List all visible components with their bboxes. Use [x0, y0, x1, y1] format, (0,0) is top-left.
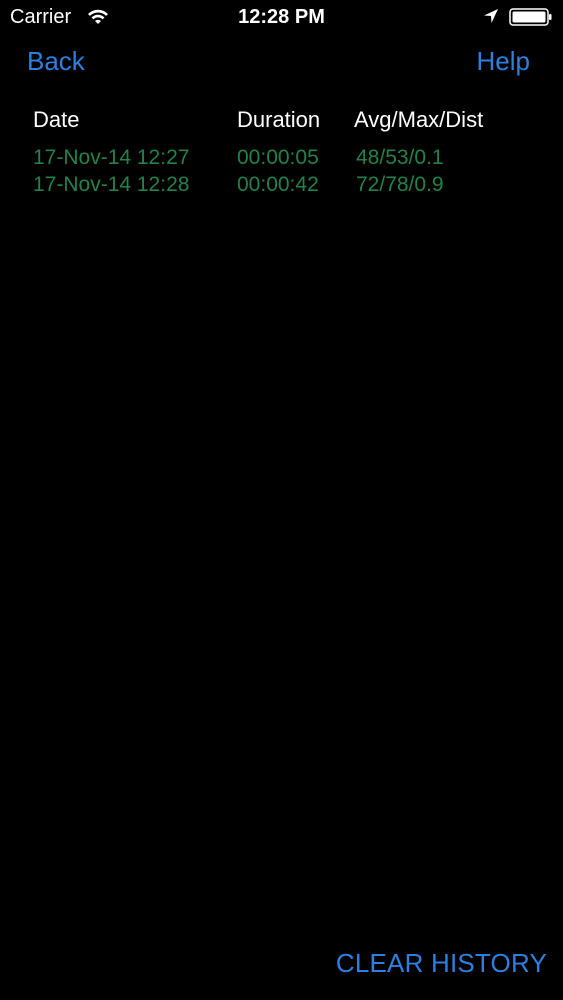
row-avg-max-dist: 48/53/0.1	[356, 146, 444, 169]
column-header-duration: Duration	[237, 107, 321, 132]
row-duration: 00:00:42	[237, 173, 319, 196]
column-header-date: Date	[33, 107, 80, 132]
battery-icon	[509, 8, 552, 26]
row-date: 17-Nov-14 12:27	[33, 146, 190, 169]
help-button[interactable]: Help	[477, 44, 530, 78]
clear-history-button[interactable]: CLEAR HISTORY	[336, 946, 547, 980]
row-date: 17-Nov-14 12:28	[33, 173, 190, 196]
table-row: 17-Nov-14 12:28 00:00:42 72/78/0.9	[33, 171, 533, 198]
status-time: 12:28 PM	[238, 6, 325, 28]
row-avg-max-dist: 72/78/0.9	[356, 173, 444, 196]
back-button[interactable]: Back	[27, 44, 85, 78]
column-header-avg-max-dist: Avg/Max/Dist	[354, 107, 484, 132]
table-header-row: Date Duration Avg/Max/Dist	[33, 104, 533, 144]
location-arrow-icon	[484, 9, 498, 23]
row-duration: 00:00:05	[237, 146, 319, 169]
status-bar: Carrier 12:28 PM	[0, 0, 563, 34]
table-row: 17-Nov-14 12:27 00:00:05 48/53/0.1	[33, 144, 533, 171]
history-table: Date Duration Avg/Max/Dist 17-Nov-14 12:…	[33, 104, 533, 198]
